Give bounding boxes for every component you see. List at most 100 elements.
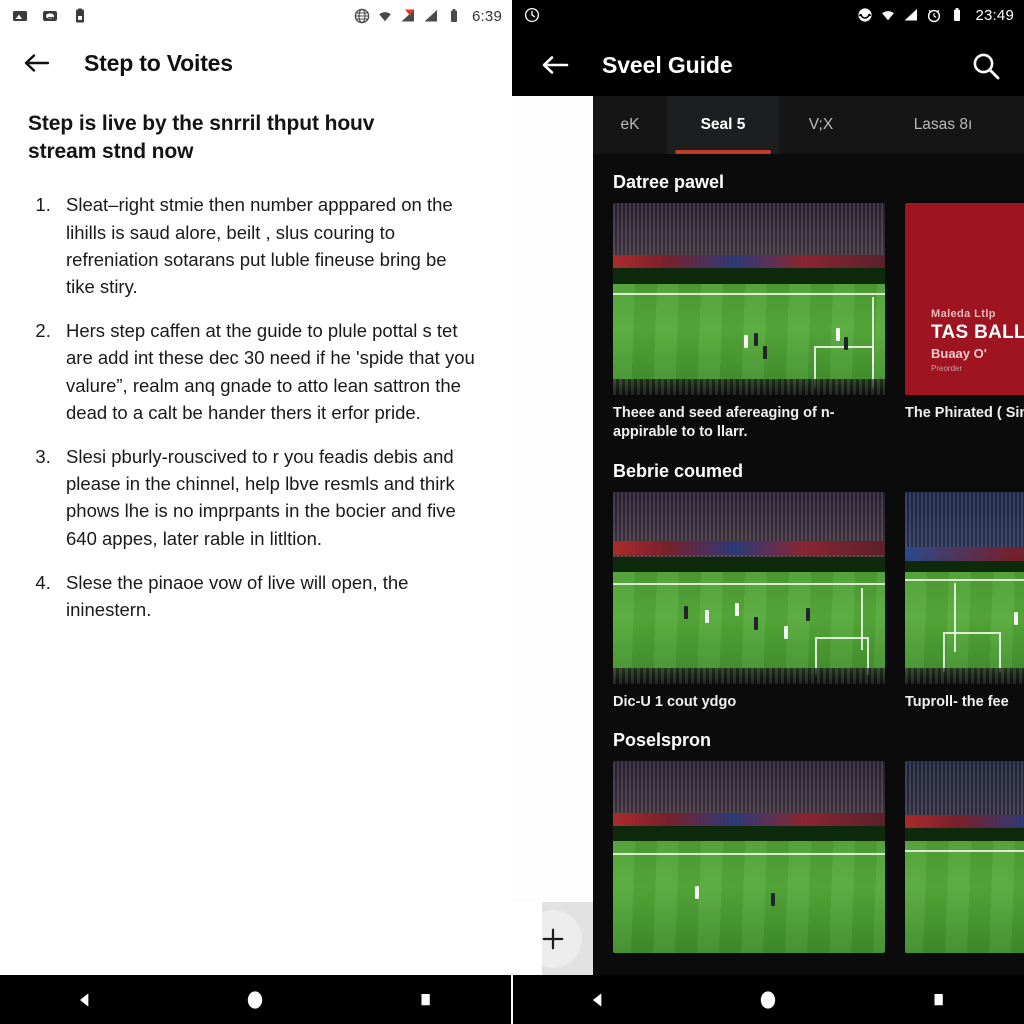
signal-icon [904, 9, 918, 21]
left-app-bar: Step to Voites [0, 32, 512, 94]
nav-back-button[interactable] [568, 985, 628, 1015]
section-title-poselspron: Poselspron [613, 729, 712, 750]
signal-alert-icon [401, 9, 415, 22]
globe-icon [354, 8, 370, 24]
sd-card-icon [13, 11, 27, 21]
panel-divider [511, 975, 513, 1024]
tab-label: Lasas 8ı [913, 116, 973, 133]
card-thumbnail [613, 760, 885, 953]
right-navigation-bar [513, 975, 1024, 1024]
card-item[interactable] [613, 760, 885, 962]
card-item[interactable]: Theee and seed afereaging of n-appirable… [613, 203, 885, 443]
card-row-2: Dic-U 1 cout ydgo Tuproll- the fee [593, 491, 1024, 712]
left-phone-panel: 6:39 Step to Voites Step is live by the … [0, 0, 512, 975]
search-icon[interactable] [970, 50, 1002, 82]
signal-icon [424, 10, 437, 22]
right-status-left-icons [512, 7, 540, 23]
tab-label: Seal 5 [700, 116, 746, 133]
battery-icon [954, 8, 961, 21]
back-arrow-icon[interactable] [22, 48, 52, 78]
alarm-icon [928, 9, 941, 23]
sync-icon [858, 8, 873, 22]
left-clock: 6:39 [472, 7, 502, 25]
stadium-crowd-lower [613, 667, 885, 684]
tab-vx[interactable]: V;X [779, 96, 863, 154]
battery-icon [451, 9, 457, 22]
football-pitch [905, 841, 1024, 953]
left-panel-overhang [512, 96, 593, 902]
card-thumbnail [613, 203, 885, 395]
card-caption: The Phirated ( Siner. Tbel as a [905, 405, 1024, 421]
recents-square-icon [934, 993, 943, 1005]
message-icon [43, 11, 57, 21]
nav-home-button[interactable] [225, 985, 285, 1015]
right-app-bar: Sveel Guide [512, 30, 1024, 100]
wifi-icon [379, 12, 391, 22]
left-status-bar: 6:39 [0, 0, 512, 32]
card-item[interactable] [905, 760, 1024, 962]
tab-label: V;X [808, 116, 834, 133]
list-item: Sleat–right stmie then number apppared o… [56, 191, 476, 300]
left-panel-overhang-lower [512, 902, 542, 975]
list-item: Slese the pinaoe vow of live will open, … [56, 569, 476, 623]
promo-line-3: Buaay O' [931, 346, 987, 361]
card-item[interactable]: Tuproll- the fee [905, 491, 1024, 712]
advertising-board [905, 814, 1024, 829]
nav-recents-button[interactable] [396, 985, 456, 1015]
tab-bar: eK Seal 5 V;X Lasas 8ı [593, 96, 1024, 154]
card-caption: Tuproll- the fee [905, 693, 1009, 710]
right-page-title: Sveel Guide [602, 51, 733, 78]
card-row-1: Theee and seed afereaging of n-appirable… [593, 203, 1024, 443]
recents-square-icon [421, 993, 430, 1005]
left-navigation-bar [0, 975, 511, 1024]
card-item-promo[interactable]: Maleda Ltlp TAS BALL SA Buaay O' Preorde… [905, 203, 1024, 443]
back-arrow-icon[interactable] [540, 52, 570, 78]
right-status-right-icons: 23:49 [857, 0, 1014, 30]
left-page-title: Step to Voites [84, 49, 233, 76]
home-circle-icon [246, 989, 265, 1010]
football-pitch [613, 283, 885, 395]
tab-ek[interactable]: eK [593, 96, 667, 154]
football-pitch [905, 572, 1024, 684]
promo-thumbnail: Maleda Ltlp TAS BALL SA Buaay O' Preorde… [905, 203, 1024, 395]
nav-back-button[interactable] [55, 985, 115, 1015]
plus-icon [542, 928, 563, 949]
back-triangle-icon [593, 992, 602, 1007]
tab-lasas[interactable]: Lasas 8ı [863, 96, 1023, 154]
right-clock: 23:49 [975, 6, 1014, 24]
screenshot-root: 6:39 Step to Voites Step is live by the … [0, 0, 1024, 1024]
tab-seal-5[interactable]: Seal 5 [667, 96, 779, 154]
advertising-board [905, 547, 1024, 561]
stadium-crowd-lower [905, 667, 1024, 684]
left-status-left-icons [0, 8, 88, 24]
card-item[interactable]: Dic-U 1 cout ydgo [613, 491, 885, 712]
wifi-icon [882, 11, 895, 21]
card-row-3 [593, 760, 1024, 962]
football-pitch [613, 572, 885, 684]
clock-icon [524, 7, 540, 23]
promo-line-2: TAS BALL SA [931, 322, 1024, 343]
card-caption: Dic-U 1 cout ydgo [613, 693, 737, 710]
promo-line-4: Preorder [931, 364, 963, 373]
section-title-datree-pawel: Datree pawel [613, 172, 725, 192]
right-scroll-content: eK Seal 5 V;X Lasas 8ı Datree pawel Thee… [593, 96, 1024, 975]
list-item: Slesi pburly-rouscived to r you feadis d… [56, 443, 476, 552]
card-thumbnail [905, 760, 1024, 953]
football-pitch [613, 841, 885, 953]
card-thumbnail [905, 491, 1024, 684]
right-status-bar: 23:49 [512, 0, 1024, 30]
home-circle-icon [759, 989, 778, 1010]
advertising-board [613, 812, 885, 827]
promo-text-block: Maleda Ltlp TAS BALL SA Buaay O' Preorde… [931, 308, 1024, 373]
card-thumbnail [613, 491, 885, 684]
sim-card-icon [76, 8, 84, 23]
nav-recents-button[interactable] [909, 985, 969, 1015]
nav-home-button[interactable] [738, 985, 798, 1015]
list-item: Hers step caffen at the guide to plule p… [56, 317, 476, 426]
section-title-bebrie-coumed: Bebrie coumed [613, 460, 744, 481]
stadium-crowd-lower [613, 379, 885, 395]
left-status-right-icons: 6:39 [354, 0, 502, 32]
back-triangle-icon [80, 992, 89, 1007]
advertising-board [613, 254, 885, 269]
article-steps-list: Sleat–right stmie then number apppared o… [28, 191, 490, 623]
